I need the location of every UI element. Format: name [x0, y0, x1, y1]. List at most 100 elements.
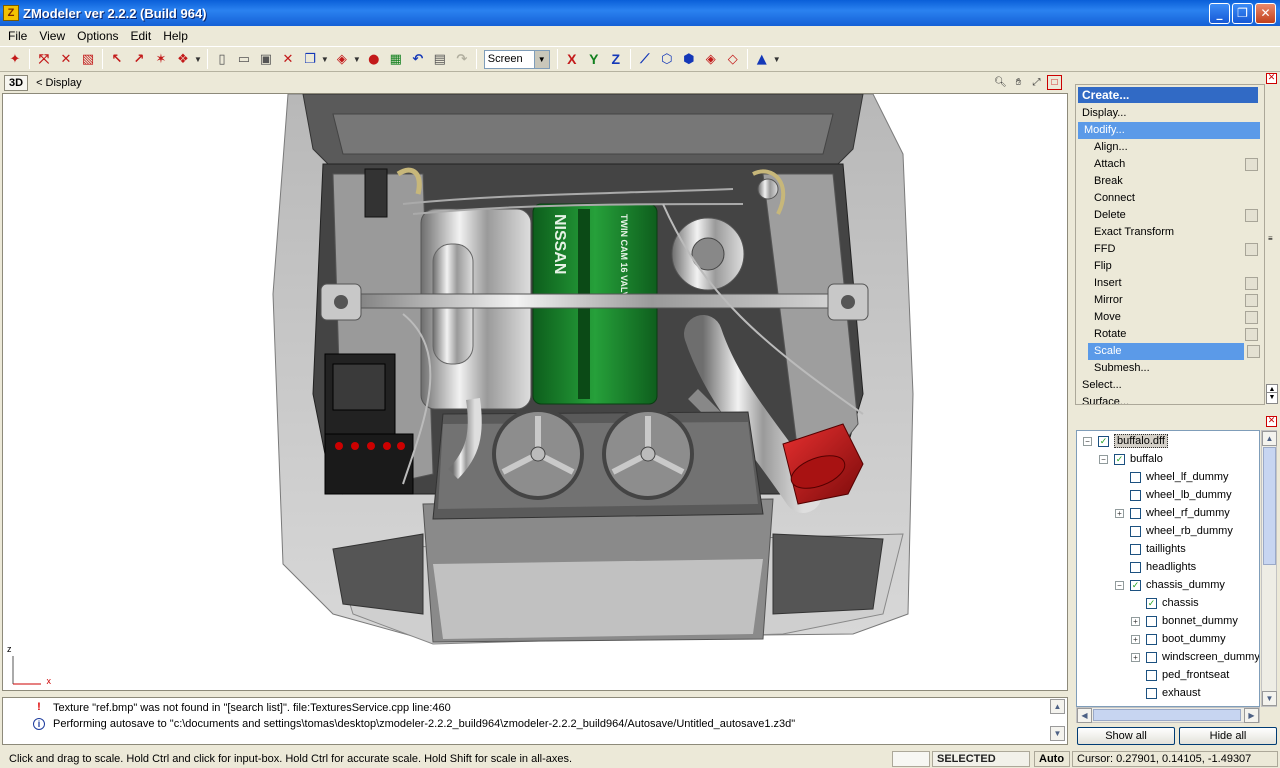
tree-node-buffalo-dff[interactable]: − ✓ buffalo.dff [1083, 432, 1168, 450]
visibility-checkbox[interactable]: ✓ [1114, 453, 1125, 465]
light-icon[interactable]: ▲ [751, 48, 773, 70]
close-icon[interactable]: ✕ [1266, 416, 1277, 427]
cube-wire-icon[interactable]: ⬢ [678, 48, 700, 70]
select-vertex-icon[interactable]: ✦ [4, 48, 26, 70]
tree-vertical-thumb[interactable] [1263, 447, 1276, 565]
command-modify[interactable]: Modify... [1078, 122, 1260, 139]
command-options-checkbox[interactable] [1245, 277, 1258, 290]
title-bar[interactable]: Z ZModeler ver 2.2.2 (Build 964) _ ❐ ✕ [0, 0, 1280, 26]
visibility-checkbox[interactable] [1146, 651, 1157, 663]
menu-file[interactable]: File [2, 29, 33, 43]
command-options-checkbox[interactable] [1245, 311, 1258, 324]
expand-icon[interactable]: + [1131, 616, 1140, 626]
snap-icon[interactable]: ⟋ [634, 48, 656, 70]
command-options-checkbox[interactable] [1245, 294, 1258, 307]
notes-icon[interactable]: ▤ [429, 48, 451, 70]
command-options-checkbox[interactable] [1245, 209, 1258, 222]
tree-node-chassis[interactable]: ✓ chassis [1131, 594, 1199, 612]
tree-node-ped-frontseat[interactable]: ped_frontseat [1131, 666, 1229, 684]
lasso-tool-icon[interactable]: ↗ [128, 48, 150, 70]
cube-solid-icon[interactable]: ◈ [700, 48, 722, 70]
tree-node-wheel-lf-dummy[interactable]: wheel_lf_dummy [1115, 468, 1229, 486]
scroll-down-icon[interactable]: ▼ [1266, 392, 1278, 404]
command-attach[interactable]: Attach [1076, 156, 1264, 173]
tree-vertical-scrollbar[interactable]: ▲ ▼ [1261, 430, 1277, 707]
visibility-checkbox[interactable] [1146, 687, 1157, 699]
tree-horizontal-scrollbar[interactable]: ◀ ▶ [1076, 707, 1260, 723]
filter-dropdown-arrow-icon[interactable]: ▼ [194, 55, 202, 64]
walk-tool-icon[interactable]: ✶ [150, 48, 172, 70]
tree-node-wheel-rb-dummy[interactable]: wheel_rb_dummy [1115, 522, 1233, 540]
menu-view[interactable]: View [33, 29, 71, 43]
pick-tool-icon[interactable]: ↖ [106, 48, 128, 70]
command-scale[interactable]: Scale [1088, 343, 1260, 360]
command-mirror[interactable]: Mirror [1076, 292, 1264, 309]
select-edge-icon[interactable]: ⤧ [33, 48, 55, 70]
maximize-viewport-icon[interactable]: □ [1047, 75, 1062, 90]
visibility-checkbox[interactable]: ✓ [1130, 579, 1141, 591]
tree-node-buffalo[interactable]: − ✓ buffalo [1099, 450, 1163, 468]
command-submesh[interactable]: Submesh... [1076, 360, 1264, 377]
selection-mode-indicator[interactable]: SELECTED MODE [932, 751, 1030, 768]
undo-icon[interactable]: ↶ [407, 48, 429, 70]
visibility-checkbox[interactable] [1146, 615, 1157, 627]
scroll-right-icon[interactable]: ▶ [1244, 708, 1259, 723]
3d-viewport[interactable]: NISSAN TWIN CAM 16 VALVE z x [2, 93, 1068, 691]
axis-z-toggle[interactable]: Z [605, 51, 627, 67]
axis-x-toggle[interactable]: X [561, 51, 583, 67]
scroll-down-icon[interactable]: ▼ [1262, 691, 1277, 706]
fit-view-icon[interactable]: ⤢ [1029, 75, 1044, 90]
tree-node-wheel-lb-dummy[interactable]: wheel_lb_dummy [1115, 486, 1232, 504]
command-delete[interactable]: Delete [1076, 207, 1264, 224]
command-options-checkbox[interactable] [1245, 158, 1258, 171]
save-file-icon[interactable]: ▣ [255, 48, 277, 70]
tree-node-headlights[interactable]: headlights [1115, 558, 1196, 576]
close-icon[interactable]: ✕ [1255, 3, 1276, 24]
command-panel-scrollbar[interactable]: ≡ ▲ ▼ [1266, 84, 1278, 405]
command-insert[interactable]: Insert [1076, 275, 1264, 292]
hide-all-button[interactable]: Hide all [1179, 727, 1277, 745]
command-surface[interactable]: Surface... [1076, 394, 1264, 404]
command-create[interactable]: Create... [1078, 87, 1258, 103]
visibility-checkbox[interactable] [1130, 471, 1141, 483]
cube-textured-icon[interactable]: ◇ [722, 48, 744, 70]
command-ffd[interactable]: FFD [1076, 241, 1264, 258]
undo-stack-icon[interactable]: ◈ [331, 48, 353, 70]
log-scrollbar[interactable]: ▲ ▼ [1049, 697, 1066, 745]
scroll-up-icon[interactable]: ▲ [1050, 699, 1065, 714]
light-dropdown-arrow-icon[interactable]: ▼ [773, 55, 781, 64]
coordinate-space-select[interactable]: Screen ▼ [483, 49, 550, 69]
command-move[interactable]: Move [1076, 309, 1264, 326]
select-object-icon[interactable]: ▧ [77, 48, 99, 70]
visibility-checkbox[interactable] [1146, 669, 1157, 681]
command-rotate[interactable]: Rotate [1076, 326, 1264, 343]
visibility-checkbox[interactable]: ✓ [1098, 435, 1109, 447]
expand-icon[interactable]: + [1115, 508, 1124, 518]
expand-icon[interactable]: + [1131, 652, 1140, 662]
visibility-checkbox[interactable] [1130, 525, 1141, 537]
menu-edit[interactable]: Edit [125, 29, 158, 43]
new-file-icon[interactable]: ▯ [211, 48, 233, 70]
command-connect[interactable]: Connect [1076, 190, 1264, 207]
zoom-icon[interactable]: 🔍︎ [993, 75, 1008, 90]
tree-node-taillights[interactable]: taillights [1115, 540, 1186, 558]
cube-view-icon[interactable]: ⬡ [656, 48, 678, 70]
chevron-down-icon[interactable]: ▼ [533, 50, 549, 68]
visibility-checkbox[interactable] [1130, 543, 1141, 555]
command-options-checkbox[interactable] [1245, 243, 1258, 256]
auto-indicator[interactable]: Auto [1034, 751, 1070, 767]
tree-node-exhaust[interactable]: exhaust [1131, 684, 1201, 702]
tree-node-boot-dummy[interactable]: + boot_dummy [1131, 630, 1226, 648]
visibility-checkbox[interactable] [1130, 561, 1141, 573]
command-select[interactable]: Select... [1076, 377, 1264, 394]
command-flip[interactable]: Flip [1076, 258, 1264, 275]
delete-icon[interactable]: ✕ [277, 48, 299, 70]
scroll-down-icon[interactable]: ▼ [1050, 726, 1065, 741]
visibility-checkbox[interactable] [1130, 489, 1141, 501]
pan-hand-icon[interactable]: ✋︎ [1011, 75, 1026, 90]
close-icon[interactable]: ✕ [1266, 73, 1277, 84]
scene-tree[interactable]: − ✓ buffalo.dff − ✓ buffalo wheel_lf_dummy whee… [1076, 430, 1260, 707]
filter-tool-icon[interactable]: ❖ [172, 48, 194, 70]
visibility-checkbox[interactable] [1146, 633, 1157, 645]
command-exact-transform[interactable]: Exact Transform [1076, 224, 1264, 241]
